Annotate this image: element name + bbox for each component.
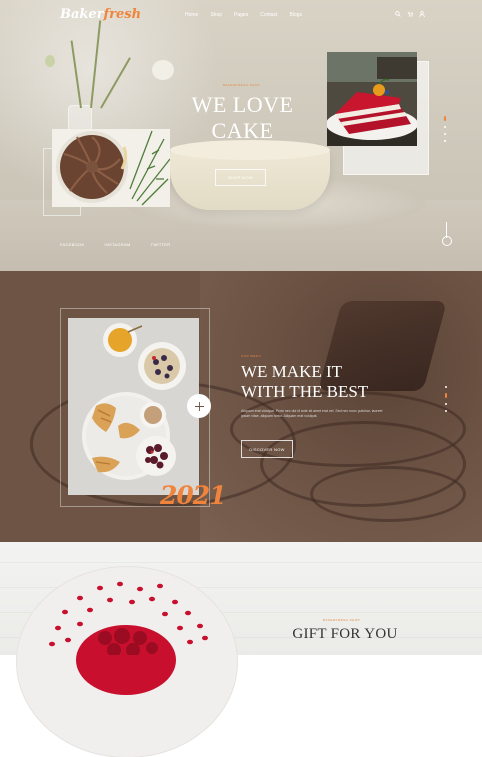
slider-dot[interactable] bbox=[444, 133, 446, 135]
breakfast-photo bbox=[68, 318, 199, 495]
gift-title: GIFT FOR YOU bbox=[292, 626, 398, 642]
slider-dot[interactable] bbox=[445, 403, 447, 405]
main-nav: Home Shop Pages Contact Blogs bbox=[185, 12, 314, 18]
search-icon[interactable] bbox=[395, 11, 401, 20]
header-icons bbox=[395, 11, 425, 20]
hero-eyebrow: BAKERFRESH SHOP bbox=[223, 83, 261, 87]
nav-item-shop[interactable]: Shop bbox=[210, 12, 222, 18]
slider-dot[interactable] bbox=[444, 126, 446, 128]
wood-grain bbox=[0, 562, 482, 563]
hero-section: Bakerfresh Home Shop Pages Contact Blogs bbox=[0, 0, 482, 271]
instagram-link[interactable]: INSTAGRAM bbox=[104, 242, 130, 247]
gift-eyebrow: BAKERFRESH SHOP bbox=[323, 618, 361, 622]
about-description: Aliquam erat volutpat. Proin nec dui id … bbox=[241, 409, 383, 418]
slider-dot[interactable] bbox=[444, 140, 446, 142]
about-title: WE MAKE IT WITH THE BEST bbox=[241, 362, 369, 401]
hero-slider-dots bbox=[444, 116, 446, 142]
logo[interactable]: Bakerfresh bbox=[60, 7, 141, 22]
about-slider-dots bbox=[445, 386, 447, 412]
chocolate-cupcake-photo bbox=[52, 129, 170, 207]
plus-button[interactable] bbox=[187, 394, 211, 418]
social-links: FACEBOOK INSTAGRAM TWITTER bbox=[60, 242, 190, 247]
scroll-down-icon[interactable] bbox=[442, 236, 452, 246]
slider-dot-active[interactable] bbox=[445, 393, 447, 398]
hero-title: WE LOVE CAKE bbox=[191, 92, 294, 143]
twitter-link[interactable]: TWITTER bbox=[151, 242, 171, 247]
year-label: 2021 bbox=[160, 481, 227, 510]
slider-dot[interactable] bbox=[445, 386, 447, 388]
nav-item-pages[interactable]: Pages bbox=[234, 12, 248, 18]
flower-bud bbox=[45, 55, 55, 67]
shop-now-button[interactable]: SHOP NOW bbox=[215, 169, 266, 186]
about-eyebrow: OUR MENU bbox=[241, 354, 262, 358]
red-velvet-cake-photo bbox=[327, 52, 417, 146]
facebook-link[interactable]: FACEBOOK bbox=[60, 242, 84, 247]
user-icon[interactable] bbox=[419, 11, 425, 20]
nav-item-home[interactable]: Home bbox=[185, 12, 198, 18]
nav-item-blogs[interactable]: Blogs bbox=[289, 12, 302, 18]
chocolate-drizzle bbox=[310, 466, 466, 522]
raspberry-topping bbox=[98, 628, 158, 655]
cart-icon[interactable] bbox=[407, 11, 414, 20]
nav-item-contact[interactable]: Contact bbox=[260, 12, 277, 18]
flower-bud bbox=[152, 60, 174, 80]
discover-now-button[interactable]: DISCOVER NOW bbox=[241, 440, 293, 458]
slider-dot[interactable] bbox=[445, 410, 447, 412]
slider-dot-active[interactable] bbox=[444, 116, 446, 121]
